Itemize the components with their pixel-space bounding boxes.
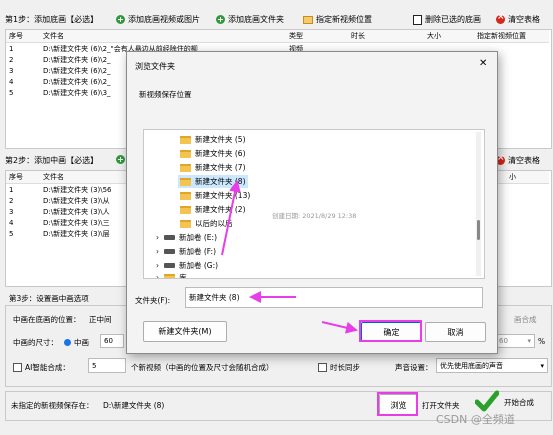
annotation-arrow [321, 321, 358, 334]
annotation-arrows [221, 180, 358, 334]
annotation-arrow [221, 180, 241, 256]
